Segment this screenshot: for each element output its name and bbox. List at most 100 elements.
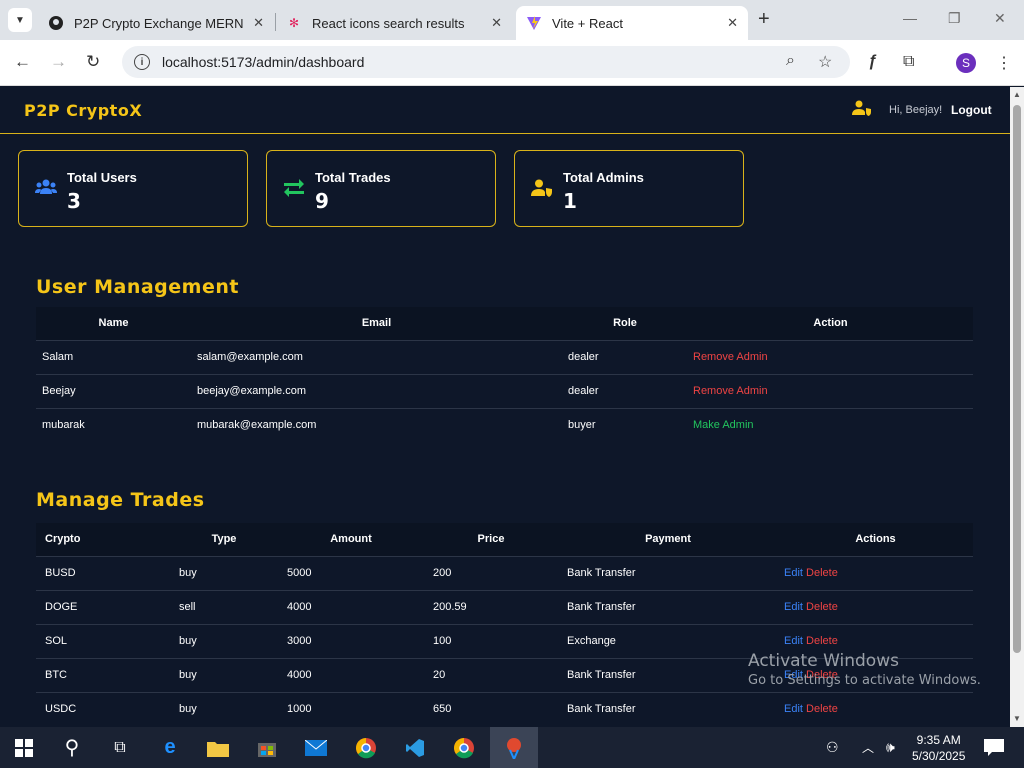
column-header: Email [191, 307, 562, 340]
url-text: localhost:5173/admin/dashboard [162, 54, 365, 70]
close-tab-icon[interactable]: ✕ [491, 15, 502, 31]
delete-trade-button[interactable]: Delete [806, 601, 838, 613]
clock-date: 5/30/2025 [912, 749, 966, 763]
column-header: Role [562, 307, 688, 340]
file-explorer-icon[interactable] [194, 727, 242, 768]
column-header: Name [36, 307, 191, 340]
trade-price: 20 [424, 657, 558, 692]
table-row: BUSD buy 5000 200 Bank Transfer Edit Del… [36, 555, 973, 590]
stat-value: 3 [67, 189, 81, 213]
trade-type: sell [170, 589, 278, 624]
edit-trade-button[interactable]: Edit [784, 567, 803, 579]
edit-trade-button[interactable]: Edit [784, 703, 803, 715]
extension-fx-icon[interactable]: ƒ [868, 53, 877, 71]
site-info-icon[interactable]: i [134, 54, 150, 70]
column-header: Payment [558, 523, 778, 556]
zoom-icon[interactable]: ⌕ [786, 52, 795, 70]
stat-label: Total Trades [315, 170, 391, 185]
windows-taskbar: ⚲ ⧉ e ⚇ ︿ 🕪 9:35 AM 5/30/2025 [0, 727, 1024, 768]
trade-amount: 3000 [278, 623, 424, 658]
forward-icon[interactable]: → [50, 52, 67, 72]
table-row: Salam salam@example.com dealer Remove Ad… [36, 339, 973, 374]
trade-type: buy [170, 623, 278, 658]
github-icon [48, 15, 64, 31]
restore-icon[interactable]: ❐ [948, 10, 961, 27]
close-window-icon[interactable]: ✕ [994, 10, 1006, 27]
volume-icon[interactable]: 🕪 [886, 739, 895, 756]
search-icon[interactable]: ⚲ [48, 727, 96, 768]
vscode-icon[interactable] [391, 727, 439, 768]
trade-type: buy [170, 657, 278, 692]
close-tab-icon[interactable]: ✕ [253, 15, 264, 31]
trades-table: Crypto Type Amount Price Payment Actions… [36, 523, 973, 726]
task-view-icon[interactable]: ⧉ [96, 727, 144, 768]
tab-title: P2P Crypto Exchange MERN [74, 15, 244, 31]
stat-card-admins: Total Admins 1 [514, 150, 744, 227]
table-row: Beejay beejay@example.com dealer Remove … [36, 373, 973, 408]
trade-price: 200 [424, 555, 558, 590]
trade-type: buy [170, 555, 278, 590]
delete-trade-button[interactable]: Delete [806, 703, 838, 715]
scroll-up-icon[interactable]: ▲ [1013, 90, 1021, 99]
edge-icon[interactable]: e [146, 727, 194, 768]
tab-list-button[interactable]: ▼ [8, 8, 32, 32]
make-admin-button[interactable]: Make Admin [693, 419, 754, 431]
menu-kebab-icon[interactable]: ⋮ [996, 53, 1012, 73]
profile-avatar[interactable]: S [956, 53, 976, 73]
remove-admin-button[interactable]: Remove Admin [693, 351, 768, 363]
brand-logo[interactable]: P2P CryptoX [24, 101, 142, 120]
delete-trade-button[interactable]: Delete [806, 635, 838, 647]
bookmark-star-icon[interactable]: ☆ [818, 52, 832, 72]
address-bar[interactable]: i localhost:5173/admin/dashboard ⌕ ☆ [122, 46, 850, 78]
logout-button[interactable]: Logout [951, 103, 992, 117]
edit-trade-button[interactable]: Edit [784, 601, 803, 613]
table-row: USDC buy 1000 650 Bank Transfer Edit Del… [36, 691, 973, 726]
tab-vite-react[interactable]: Vite + React ✕ [516, 6, 748, 40]
activate-windows-watermark: Activate Windows Go to Settings to activ… [748, 651, 981, 688]
vite-icon [526, 15, 542, 31]
chrome-icon[interactable] [440, 727, 488, 768]
store-icon[interactable] [243, 727, 291, 768]
trade-amount: 1000 [278, 691, 424, 726]
tab-react-icons[interactable]: ✻ React icons search results ✕ [276, 6, 512, 40]
user-shield-icon [852, 100, 872, 121]
chrome-profile-icon[interactable] [342, 727, 390, 768]
notifications-icon[interactable] [984, 739, 1004, 760]
scrollbar-thumb[interactable] [1013, 105, 1021, 653]
show-hidden-icons-icon[interactable]: ︿ [862, 739, 874, 756]
remove-admin-button[interactable]: Remove Admin [693, 385, 768, 397]
trade-payment: Bank Transfer [558, 657, 778, 692]
windows-start-icon[interactable] [0, 727, 48, 768]
back-icon[interactable]: ← [14, 52, 31, 72]
minimize-icon[interactable]: — [903, 10, 917, 26]
people-icon[interactable]: ⚇ [826, 739, 839, 756]
stat-value: 1 [563, 189, 577, 213]
reload-icon[interactable]: ↻ [86, 52, 100, 72]
mail-icon[interactable] [292, 727, 340, 768]
column-header: Crypto [36, 523, 170, 556]
trade-payment: Bank Transfer [558, 589, 778, 624]
page-viewport: P2P CryptoX Hi, Beejay! Logout Total Use… [0, 87, 1010, 727]
scroll-down-icon[interactable]: ▼ [1013, 714, 1021, 723]
page-scrollbar[interactable]: ▲ ▼ [1010, 87, 1024, 727]
delete-trade-button[interactable]: Delete [806, 567, 838, 579]
trade-price: 100 [424, 623, 558, 658]
browser-toolbar: ← → ↻ i localhost:5173/admin/dashboard ⌕… [0, 40, 1024, 86]
exchange-arrows-icon [283, 179, 305, 202]
tab-p2p-crypto[interactable]: P2P Crypto Exchange MERN ✕ [38, 6, 274, 40]
trade-amount: 4000 [278, 589, 424, 624]
taskbar-clock[interactable]: 9:35 AM 5/30/2025 [912, 732, 965, 764]
stat-label: Total Admins [563, 170, 644, 185]
new-tab-icon[interactable]: + [758, 8, 770, 31]
user-email: beejay@example.com [191, 373, 562, 408]
extensions-puzzle-icon[interactable]: ⧉ [903, 53, 914, 71]
close-tab-icon[interactable]: ✕ [727, 15, 738, 31]
trade-crypto: DOGE [36, 589, 170, 624]
snipping-tool-icon[interactable] [490, 727, 538, 768]
user-role: dealer [562, 373, 688, 408]
trade-price: 650 [424, 691, 558, 726]
edit-trade-button[interactable]: Edit [784, 635, 803, 647]
user-role: dealer [562, 339, 688, 374]
user-role: buyer [562, 407, 688, 442]
trade-crypto: BTC [36, 657, 170, 692]
